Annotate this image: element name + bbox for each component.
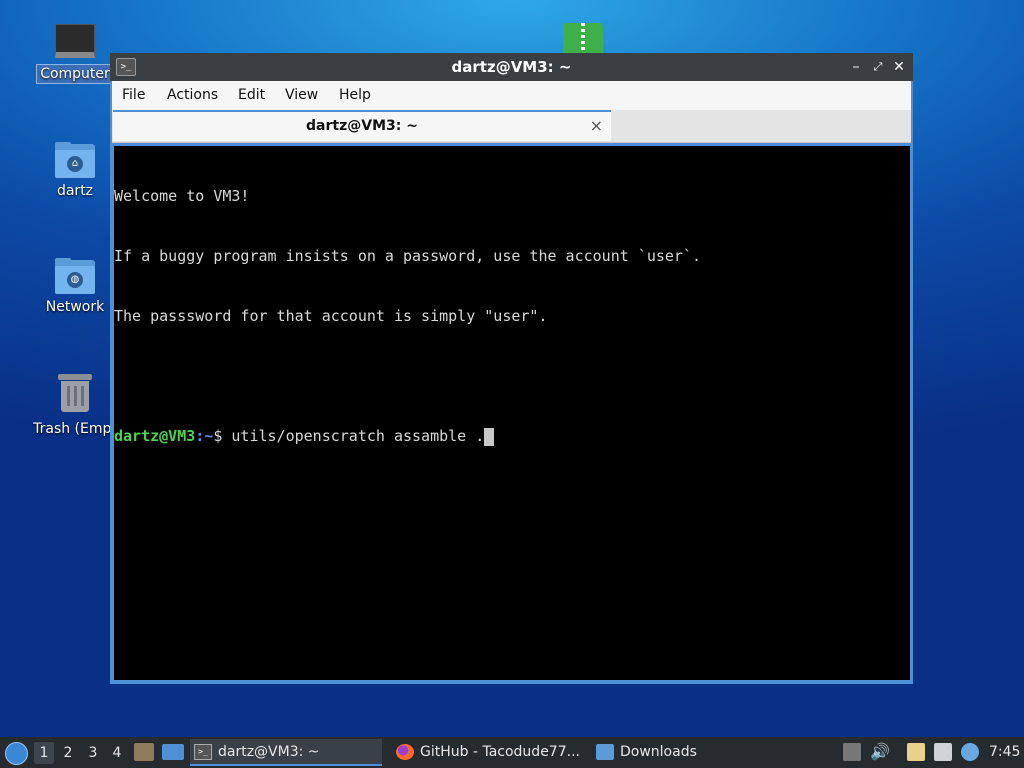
show-desktop-icon[interactable] (162, 744, 184, 760)
desktop-icon-label: Network (45, 299, 105, 315)
menu-edit[interactable]: Edit (238, 87, 265, 103)
volume-icon[interactable]: 🔊 (870, 743, 890, 761)
workspace-2[interactable]: 2 (58, 742, 78, 764)
file-manager-launcher-icon[interactable] (134, 743, 154, 761)
window-title: dartz@VM3: ~ (451, 58, 572, 76)
terminal-prompt-line: dartz@VM3:~$ utils/openscratch assamble … (114, 426, 910, 446)
minimize-icon[interactable]: – (847, 58, 865, 76)
text-cursor (484, 427, 495, 446)
prompt-user: dartz@VM3 (114, 427, 196, 445)
desktop-icon-label: dartz (56, 183, 94, 199)
desktop-icon-computer[interactable]: Computer (30, 24, 120, 84)
folder-icon (596, 744, 614, 760)
clock[interactable]: 7:45 (989, 737, 1020, 768)
computer-icon (55, 24, 95, 58)
trash-icon (58, 374, 92, 412)
desktop-icon-network[interactable]: ◍ Network (30, 258, 120, 316)
task-label: dartz@VM3: ~ (218, 744, 320, 760)
terminal-line: If a buggy program insists on a password… (114, 247, 701, 265)
firefox-icon (396, 744, 414, 760)
eject-icon[interactable] (843, 743, 861, 761)
menu-help[interactable]: Help (339, 87, 371, 103)
task-firefox[interactable]: GitHub - Tacodude77... (392, 739, 612, 766)
desktop-icon-home[interactable]: ⌂ dartz (30, 142, 120, 200)
archive-icon[interactable] (563, 23, 603, 53)
task-downloads[interactable]: Downloads (592, 739, 770, 766)
workspace-3[interactable]: 3 (83, 742, 103, 764)
prompt-symbol: $ (213, 427, 232, 445)
tab-terminal[interactable]: dartz@VM3: ~ × (113, 110, 611, 141)
terminal-command: utils/openscratch assamble . (231, 427, 485, 445)
menu-bar: File Actions Edit View Help (112, 81, 911, 110)
terminal-line: Welcome to VM3! (114, 187, 250, 205)
clipboard-icon[interactable] (907, 743, 925, 761)
terminal-line: The passsword for that account is simply… (114, 307, 548, 325)
close-icon[interactable]: ✕ (890, 58, 908, 76)
menu-file[interactable]: File (122, 87, 145, 103)
network-tray-icon[interactable] (934, 743, 952, 761)
taskbar: 1 2 3 4 >_ dartz@VM3: ~ GitHub - Tacodud… (0, 737, 1024, 768)
desktop-icon-label: Computer (36, 64, 114, 84)
tab-close-icon[interactable]: × (590, 116, 603, 135)
start-menu-icon[interactable] (5, 742, 28, 765)
desktop-icon-trash[interactable]: Trash (Empt (30, 374, 120, 438)
maximize-icon[interactable]: ⤢ (869, 58, 887, 76)
desktop-icon-label: Trash (Empt (33, 421, 117, 437)
task-terminal[interactable]: >_ dartz@VM3: ~ (190, 739, 382, 766)
task-label: Downloads (620, 744, 697, 760)
workspace-1[interactable]: 1 (34, 742, 54, 764)
notification-icon[interactable] (961, 743, 979, 761)
window-titlebar[interactable]: >_ dartz@VM3: ~ – ⤢ ✕ (110, 53, 913, 81)
home-folder-icon: ⌂ (55, 142, 95, 178)
menu-view[interactable]: View (285, 87, 318, 103)
task-label: GitHub - Tacodude77... (420, 744, 580, 760)
tab-label: dartz@VM3: ~ (306, 118, 418, 134)
terminal-icon: >_ (194, 744, 212, 760)
prompt-path: :~ (195, 427, 214, 445)
workspace-4[interactable]: 4 (107, 742, 127, 764)
tab-bar: dartz@VM3: ~ × (112, 110, 911, 143)
network-folder-icon: ◍ (55, 258, 95, 294)
menu-actions[interactable]: Actions (167, 87, 218, 103)
terminal-window: >_ dartz@VM3: ~ – ⤢ ✕ File Actions Edit … (110, 53, 913, 684)
terminal-output[interactable]: Welcome to VM3! If a buggy program insis… (114, 146, 910, 680)
